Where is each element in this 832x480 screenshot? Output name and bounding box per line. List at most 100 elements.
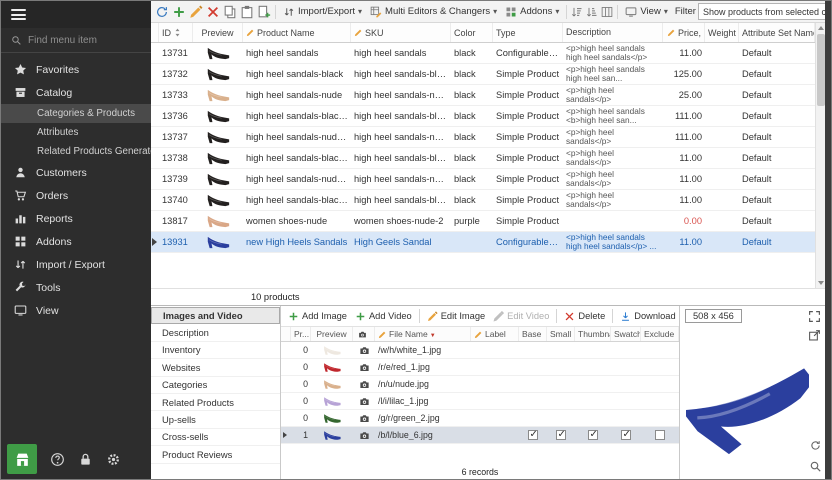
add-image-button[interactable]: Add Image <box>285 310 350 323</box>
edit-image-button[interactable]: Edit Image <box>424 310 488 323</box>
image-column-header-small[interactable]: Small <box>547 327 575 341</box>
column-header-type[interactable]: Type <box>493 23 563 42</box>
category-filter-select[interactable]: Show products from selected categories <box>698 3 825 20</box>
image-row[interactable]: 0/w/h/white_1.jpg <box>281 342 679 359</box>
copy-button[interactable] <box>223 5 237 19</box>
download-image-button[interactable]: Download Image <box>617 310 679 323</box>
sidebar-item-addons[interactable]: Addons <box>1 230 151 253</box>
scrollbar-thumb[interactable] <box>817 34 825 106</box>
tab-related-products[interactable]: Related Products <box>151 394 280 411</box>
cell-product-name: high heel sandals-nude-36 <box>243 132 351 142</box>
tab-categories[interactable]: Categories <box>151 377 280 394</box>
tab-inventory[interactable]: Inventory <box>151 342 280 359</box>
image-row[interactable]: 0/r/e/red_1.jpg <box>281 359 679 376</box>
column-header-id[interactable]: ID <box>159 23 193 42</box>
sort-descending-button[interactable] <box>586 6 598 18</box>
sidebar-item-attributes[interactable]: Attributes <box>1 123 151 142</box>
product-row[interactable]: 13733high heel sandals-nudehigh heel san… <box>151 85 815 106</box>
column-header-weight[interactable]: Weight <box>705 23 739 42</box>
gear-icon[interactable] <box>106 452 121 467</box>
sidebar-item-categories-products[interactable]: Categories & Products <box>1 104 151 123</box>
view-menu-button[interactable]: View <box>622 5 670 19</box>
product-row[interactable]: 13817women shoes-nudewomen shoes-nude-2p… <box>151 211 815 232</box>
swatch-checkbox[interactable] <box>621 430 631 440</box>
product-row[interactable]: 13739high heel sandals-nude-37high heel … <box>151 169 815 190</box>
column-header-color[interactable]: Color <box>451 23 493 42</box>
zoom-icon[interactable] <box>809 460 822 473</box>
sidebar-item-view[interactable]: View <box>1 299 151 322</box>
thumbnail-checkbox[interactable] <box>588 430 598 440</box>
help-icon[interactable] <box>50 452 65 467</box>
image-row[interactable]: 0/g/r/green_2.jpg <box>281 410 679 427</box>
sidebar-item-orders[interactable]: Orders <box>1 184 151 207</box>
refresh-button[interactable] <box>155 5 169 19</box>
paste-button[interactable] <box>240 5 254 19</box>
product-row[interactable]: 13738high heel sandals-black-37high heel… <box>151 148 815 169</box>
image-column-header-exclude[interactable]: Exclude <box>641 327 679 341</box>
duplicate-button[interactable] <box>257 5 271 19</box>
sidebar-item-customers[interactable]: Customers <box>1 161 151 184</box>
sort-ascending-button[interactable] <box>571 6 583 18</box>
column-header-preview[interactable]: Preview <box>193 23 243 42</box>
hamburger-menu-icon[interactable] <box>11 7 26 23</box>
delete-button[interactable] <box>206 5 220 19</box>
tab-product-reviews[interactable]: Product Reviews <box>151 446 280 463</box>
image-row[interactable]: 0/n/u/nude.jpg <box>281 376 679 393</box>
sidebar-item-import-export[interactable]: Import / Export <box>1 253 151 276</box>
tab-description[interactable]: Description <box>151 324 280 341</box>
store-manager-button[interactable] <box>7 444 37 474</box>
open-external-icon[interactable] <box>808 329 821 342</box>
tab-cross-sells[interactable]: Cross-sells <box>151 429 280 446</box>
lock-icon[interactable] <box>78 452 93 467</box>
rotate-icon[interactable] <box>809 439 822 452</box>
product-row[interactable]: 13931new High Heels SandalsHigh Geels Sa… <box>151 232 815 253</box>
image-column-header-thumbna[interactable]: Thumbna <box>575 327 611 341</box>
delete-button[interactable]: Delete <box>561 310 608 323</box>
sidebar-item-favorites[interactable]: Favorites <box>1 58 151 81</box>
base-checkbox[interactable] <box>528 430 538 440</box>
fullscreen-icon[interactable] <box>808 310 821 323</box>
image-column-header-pr[interactable]: Pr... <box>291 327 311 341</box>
column-header-attribute-set-name[interactable]: Attribute Set Name <box>739 23 815 42</box>
cell-id: 13733 <box>159 90 193 100</box>
exclude-checkbox[interactable] <box>655 430 665 440</box>
image-column-header-swatch[interactable]: Swatch <box>611 327 641 341</box>
image-row[interactable]: 1/b/l/blue_6.jpg <box>281 427 679 444</box>
small-checkbox[interactable] <box>556 430 566 440</box>
multi-editors-menu-button[interactable]: Multi Editors & Changers <box>367 5 500 19</box>
sidebar-item-reports[interactable]: Reports <box>1 207 151 230</box>
image-row[interactable]: 0/l/i/lilac_1.jpg <box>281 393 679 410</box>
import-export-menu-button[interactable]: Import/Export <box>280 5 365 19</box>
cell-sku: high heel sandals-nude-36 <box>351 132 451 142</box>
add-button[interactable] <box>172 5 186 19</box>
scroll-up-arrow[interactable] <box>816 23 825 33</box>
addons-menu-button[interactable]: Addons <box>502 5 562 19</box>
scroll-down-arrow[interactable] <box>816 278 825 288</box>
product-row[interactable]: 13740high heel sandals-black-38high heel… <box>151 190 815 211</box>
tab-up-sells[interactable]: Up-sells <box>151 411 280 428</box>
column-header-price[interactable]: Price, <box>663 23 705 42</box>
column-header-product-name[interactable]: Product Name <box>243 23 351 42</box>
column-header-description[interactable]: Description <box>563 23 663 42</box>
sidebar-item-catalog[interactable]: Catalog <box>1 81 151 104</box>
columns-button[interactable] <box>601 6 613 18</box>
tab-websites[interactable]: Websites <box>151 359 280 376</box>
product-row[interactable]: 13737high heel sandals-nude-36high heel … <box>151 127 815 148</box>
image-column-header-file-name[interactable]: File Name <box>375 327 471 341</box>
sidebar-item-tools[interactable]: Tools <box>1 276 151 299</box>
tab-images-and-video[interactable]: Images and Video <box>151 307 280 324</box>
product-row[interactable]: 13736high heel sandals-black-36high heel… <box>151 106 815 127</box>
image-column-header-item[interactable] <box>353 327 375 341</box>
grid-scrollbar[interactable] <box>815 23 825 288</box>
product-row[interactable]: 13731high heel sandalshigh heel sandalsb… <box>151 43 815 64</box>
image-column-header-preview[interactable]: Preview <box>311 327 353 341</box>
product-row[interactable]: 13732high heel sandals-blackhigh heel sa… <box>151 64 815 85</box>
image-column-header-base[interactable]: Base <box>519 327 547 341</box>
edit-button[interactable] <box>189 5 203 19</box>
add-video-button[interactable]: Add Video <box>352 310 415 323</box>
sidebar-item-related-products-generator[interactable]: Related Products Generator <box>1 142 151 161</box>
sidebar-search[interactable] <box>1 28 151 53</box>
menu-search-input[interactable] <box>28 35 128 46</box>
column-header-sku[interactable]: SKU <box>351 23 451 42</box>
image-column-header-label[interactable]: Label <box>471 327 519 341</box>
